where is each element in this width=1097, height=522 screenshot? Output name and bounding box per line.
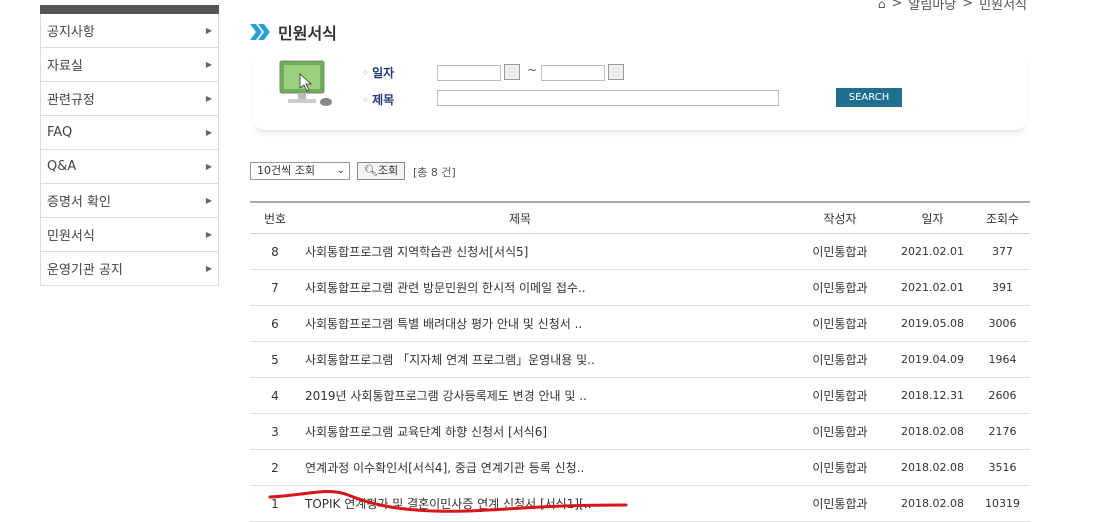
row-views: 10319 <box>985 497 1020 510</box>
chevron-right-icon: ▶ <box>205 196 212 205</box>
row-date: 2019.04.09 <box>901 353 964 366</box>
title-label: ◦ 제목 <box>362 93 395 107</box>
chevron-right-icon: ▶ <box>205 26 212 35</box>
row-title-link[interactable]: 사회통합프로그램 특별 배려대상 평가 안내 및 신청서 .. <box>305 306 735 341</box>
header-views: 조회수 <box>985 211 1020 226</box>
row-views: 3006 <box>988 317 1017 330</box>
search-icon: 🔍︎ <box>363 164 378 177</box>
row-title-link[interactable]: 연계과정 이수확인서[서식4], 중급 연계기관 등록 신청.. <box>305 450 735 485</box>
sidebar-item-faq[interactable]: FAQ ▶ <box>40 116 219 150</box>
table-header: 번호 제목 작성자 일자 조회수 <box>250 203 1030 234</box>
row-views: 2176 <box>988 425 1017 438</box>
sidebar: 공지사항 ▶ 자료실 ▶ 관련규정 ▶ FAQ ▶ Q&A ▶ 증명서 확인 ▶ 민원서식 ▶… <box>40 5 219 286</box>
row-date: 2018.12.31 <box>901 389 964 402</box>
row-author: 이민통합과 <box>812 389 868 403</box>
row-author: 이민통합과 <box>812 425 868 439</box>
row-date: 2021.02.01 <box>901 281 964 294</box>
row-views: 1964 <box>988 353 1017 366</box>
table-row: 7 사회통합프로그램 관련 방문민원의 한시적 이메일 접수.. 이민통합과 2… <box>250 270 1030 306</box>
breadcrumb-item[interactable]: 민원서식 <box>979 0 1027 13</box>
row-author: 이민통합과 <box>812 461 868 475</box>
chevron-right-icon: ▶ <box>205 60 212 69</box>
title-search-input[interactable] <box>437 90 779 106</box>
table-row: 8 사회통합프로그램 지역학습관 신청서[서식5] 이민통합과 2021.02.… <box>250 234 1030 270</box>
breadcrumb-item[interactable]: 알림마당 <box>908 0 956 13</box>
page-title-row: 민원서식 <box>250 20 337 44</box>
chevron-right-icon: ▶ <box>205 162 212 171</box>
header-date: 일자 <box>921 211 944 226</box>
sidebar-item-certificate[interactable]: 증명서 확인 ▶ <box>40 184 219 218</box>
row-author: 이민통합과 <box>812 245 868 259</box>
start-date-input[interactable] <box>437 65 501 81</box>
chevron-right-icon: ▶ <box>205 230 212 239</box>
sidebar-item-notice[interactable]: 공지사항 ▶ <box>40 14 219 48</box>
row-date: 2021.02.01 <box>901 245 964 258</box>
row-author: 이민통합과 <box>812 497 868 511</box>
table-row: 6 사회통합프로그램 특별 배려대상 평가 안내 및 신청서 .. 이민통합과 … <box>250 306 1030 342</box>
page-size-select[interactable]: 10건씩 조회 ⌄ <box>250 162 350 180</box>
breadcrumb: ⌂ > 알림마당 > 민원서식 <box>878 0 1027 13</box>
table-row: 4 2019년 사회통합프로그램 강사등록제도 변경 안내 및 .. 이민통합과… <box>250 378 1030 414</box>
table-row: 3 사회통합프로그램 교육단계 하향 신청서 [서식6] 이민통합과 2018.… <box>250 414 1030 450</box>
calendar-icon[interactable] <box>504 64 520 80</box>
sidebar-item-regulations[interactable]: 관련규정 ▶ <box>40 82 219 116</box>
row-title-link[interactable]: 2019년 사회통합프로그램 강사등록제도 변경 안내 및 .. <box>305 378 735 413</box>
chevron-down-icon: ⌄ <box>336 165 345 176</box>
row-date: 2018.02.08 <box>901 497 964 510</box>
row-author: 이민통합과 <box>812 281 868 295</box>
row-views: 377 <box>992 245 1013 258</box>
sidebar-top-bar <box>40 5 219 14</box>
sidebar-item-forms[interactable]: 민원서식 ▶ <box>40 218 219 252</box>
row-title-link[interactable]: 사회통합프로그램 지역학습관 신청서[서식5] <box>305 234 735 269</box>
header-author: 작성자 <box>823 211 857 226</box>
chevron-right-icon: ▶ <box>205 264 212 273</box>
row-date: 2018.02.08 <box>901 425 964 438</box>
row-no: 5 <box>271 352 279 367</box>
search-button[interactable]: SEARCH <box>836 88 902 107</box>
total-count: [총 8 건] <box>413 166 456 179</box>
chevron-right-icon: ▶ <box>205 128 212 137</box>
row-title-link[interactable]: 사회통합프로그램 관련 방문민원의 한시적 이메일 접수.. <box>305 270 735 305</box>
sidebar-item-institution-notice[interactable]: 운영기관 공지 ▶ <box>40 252 219 286</box>
row-views: 3516 <box>988 461 1017 474</box>
table-row: 5 사회통합프로그램 「지자체 연계 프로그램」운영내용 및.. 이민통합과 2… <box>250 342 1030 378</box>
table-row: 2 연계과정 이수확인서[서식4], 중급 연계기관 등록 신청.. 이민통합과… <box>250 450 1030 486</box>
row-title-link[interactable]: 사회통합프로그램 「지자체 연계 프로그램」운영내용 및.. <box>305 342 735 377</box>
row-date: 2019.05.08 <box>901 317 964 330</box>
chevron-right-icon: ▶ <box>205 94 212 103</box>
row-author: 이민통합과 <box>812 317 868 331</box>
computer-monitor-icon <box>279 60 332 106</box>
date-range-separator: ~ <box>527 63 538 77</box>
date-label: ◦ 일자 <box>362 66 395 80</box>
row-no: 6 <box>271 316 279 331</box>
row-no: 3 <box>271 424 279 439</box>
row-title-link[interactable]: 사회통합프로그램 교육단계 하향 신청서 [서식6] <box>305 414 735 449</box>
row-author: 이민통합과 <box>812 353 868 367</box>
header-title: 제목 <box>508 211 532 226</box>
board-table: 번호 제목 작성자 일자 조회수 8 사회통합프로그램 지역학습관 신청서[서식… <box>250 201 1030 522</box>
sidebar-item-qna[interactable]: Q&A ▶ <box>40 150 219 184</box>
row-no: 7 <box>271 280 279 295</box>
page-title: 민원서식 <box>278 24 337 43</box>
calendar-icon[interactable] <box>608 64 624 80</box>
row-no: 4 <box>271 388 279 403</box>
query-button[interactable]: 🔍︎조회 <box>357 162 405 180</box>
home-icon[interactable]: ⌂ <box>878 0 886 11</box>
row-date: 2018.02.08 <box>901 461 964 474</box>
red-underline-annotation <box>268 490 628 513</box>
row-views: 2606 <box>988 389 1017 402</box>
row-views: 391 <box>992 281 1013 294</box>
row-no: 2 <box>271 460 279 475</box>
row-no: 8 <box>271 244 279 259</box>
search-panel: ◦ 일자 ~ ◦ 제목 SEARCH <box>254 52 1026 130</box>
sidebar-item-resources[interactable]: 자료실 ▶ <box>40 48 219 82</box>
end-date-input[interactable] <box>541 65 605 81</box>
double-chevron-icon <box>250 24 270 40</box>
